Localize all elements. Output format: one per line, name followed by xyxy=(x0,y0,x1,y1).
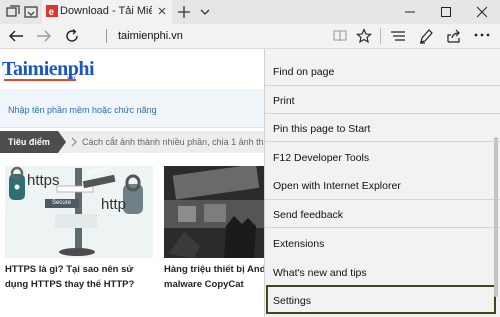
svg-text:e: e xyxy=(49,7,55,17)
news-ticker-bar: Tiêu điểm Cách cắt ảnh thành nhiều phần,… xyxy=(0,131,279,153)
forward-icon[interactable] xyxy=(36,29,52,43)
menu-scrollbar[interactable] xyxy=(494,137,498,297)
menu-item-settings[interactable]: Settings xyxy=(273,295,311,307)
logo-underline xyxy=(4,79,76,81)
address-bar-divider xyxy=(106,29,107,43)
hub-icon[interactable] xyxy=(390,29,406,43)
tab-list-icon[interactable] xyxy=(198,5,212,19)
navigation-toolbar: taimienphi.vn xyxy=(0,24,500,49)
minimize-icon[interactable] xyxy=(402,4,418,20)
menu-item-f12-developer-tools[interactable]: F12 Developer Tools xyxy=(273,152,369,164)
menu-item-extensions[interactable]: Extensions xyxy=(273,238,324,250)
https-label: https xyxy=(27,172,60,189)
menu-separator xyxy=(265,113,500,114)
menu-item-pin-to-start[interactable]: Pin this page to Start xyxy=(273,123,370,135)
http-label: http xyxy=(101,196,127,213)
tab-manager-icon[interactable] xyxy=(6,5,20,19)
menu-separator xyxy=(265,227,500,228)
article-title-line[interactable]: Hàng triệu thiết bị Andr xyxy=(164,263,269,277)
more-actions-menu: Find on page Print Pin this page to Star… xyxy=(264,49,500,317)
news-ticker-text[interactable]: Cách cắt ảnh thành nhiều phần, chia 1 ản… xyxy=(82,137,279,147)
address-bar[interactable]: taimienphi.vn xyxy=(118,30,183,42)
menu-item-whats-new[interactable]: What's new and tips xyxy=(273,267,367,279)
menu-separator xyxy=(265,199,500,200)
tab-close-icon[interactable] xyxy=(156,5,168,17)
edge-logo-icon: e xyxy=(46,5,58,17)
menu-separator xyxy=(265,141,500,142)
web-page: Taimienphi .vn Nhập tên phần mềm hoặc ch… xyxy=(0,49,279,317)
back-icon[interactable] xyxy=(8,29,24,43)
browser-tab[interactable]: e Download - Tải Miễn Phí xyxy=(42,0,172,24)
toolbar-divider xyxy=(380,28,381,44)
window-close-icon[interactable] xyxy=(474,4,490,20)
search-input[interactable]: Nhập tên phần mềm hoặc chức năng xyxy=(8,105,157,115)
title-bar: e Download - Tải Miễn Phí xyxy=(0,0,500,24)
tab-title: Download - Tải Miễn Phí xyxy=(60,5,152,17)
maximize-icon[interactable] xyxy=(438,4,454,20)
site-logo[interactable]: Taimienphi xyxy=(2,58,95,81)
reading-view-icon[interactable] xyxy=(332,28,348,44)
menu-separator xyxy=(265,85,500,86)
news-label-arrow xyxy=(58,131,66,153)
menu-item-find-on-page[interactable]: Find on page xyxy=(273,66,334,78)
refresh-icon[interactable] xyxy=(64,28,80,44)
article-title-line[interactable]: malware CopyCat xyxy=(164,278,244,292)
more-icon[interactable] xyxy=(474,32,490,38)
secure-sign: Secure xyxy=(52,200,72,206)
new-tab-icon[interactable] xyxy=(177,5,191,19)
tab-preview-icon[interactable] xyxy=(24,5,38,19)
share-icon[interactable] xyxy=(446,28,462,44)
article-image-https[interactable]: https Unsecure Secure http xyxy=(5,166,153,258)
menu-item-print[interactable]: Print xyxy=(273,95,295,107)
news-label: Tiêu điểm xyxy=(0,131,58,153)
ticker-arrow-icon xyxy=(70,135,78,149)
article-title-line[interactable]: HTTPS là gì? Tại sao nên sử xyxy=(5,263,133,277)
article-title-line[interactable]: dụng HTTPS thay thế HTTP? xyxy=(5,278,134,292)
menu-item-send-feedback[interactable]: Send feedback xyxy=(273,209,343,221)
search-bar[interactable]: Nhập tên phần mềm hoặc chức năng xyxy=(0,89,264,128)
article-image-malware[interactable] xyxy=(164,166,264,258)
menu-item-open-with-ie[interactable]: Open with Internet Explorer xyxy=(273,180,401,192)
web-note-icon[interactable] xyxy=(418,28,434,44)
favorite-star-icon[interactable] xyxy=(356,28,372,44)
